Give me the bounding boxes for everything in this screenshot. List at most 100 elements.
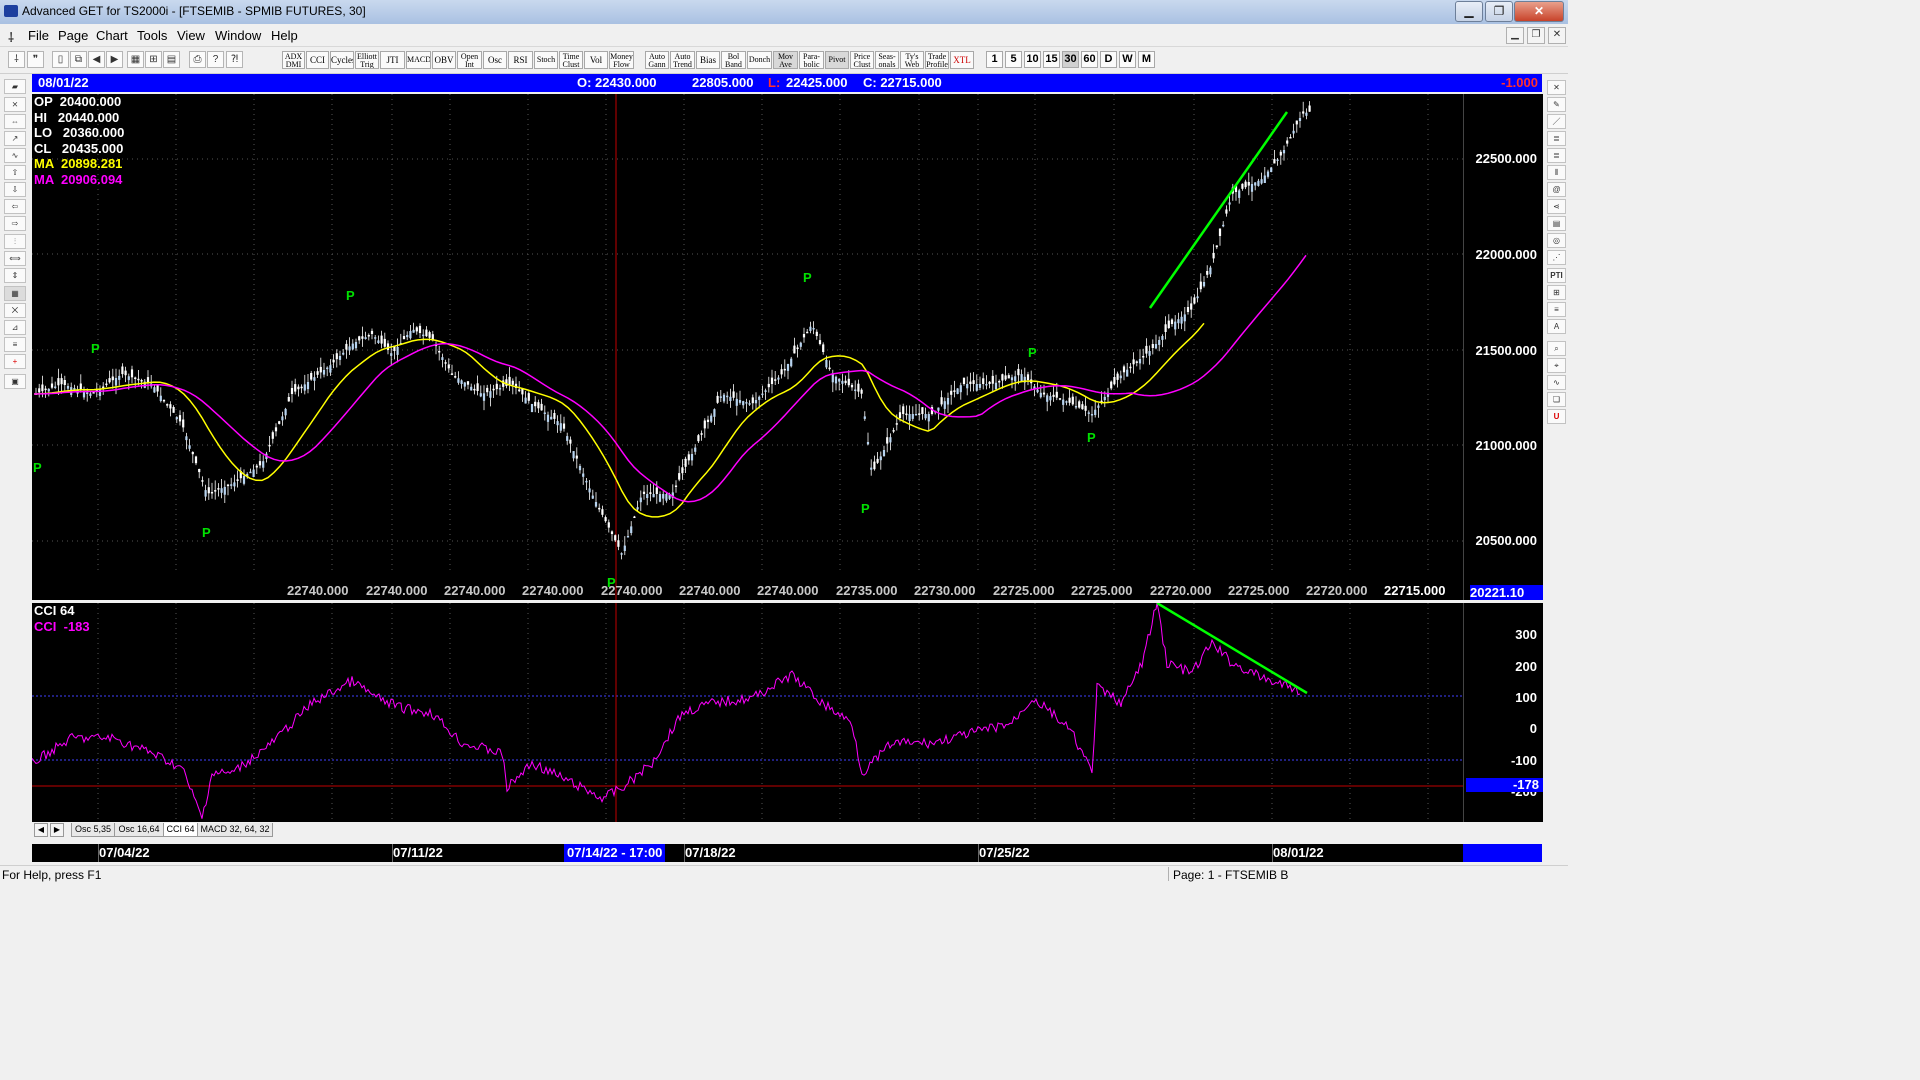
study-rsi-button[interactable]: RSI (508, 51, 533, 69)
pitchfork-icon[interactable]: ⋰ (1547, 250, 1566, 265)
document-icon[interactable]: ⸸ (8, 28, 14, 46)
timeframe-60-button[interactable]: 60 (1081, 51, 1098, 68)
study-cycles-button[interactable]: Cycles (330, 51, 354, 69)
tab-scroll-right-button[interactable]: ▶ (50, 823, 64, 837)
back-icon[interactable]: ◀ (88, 51, 105, 68)
timeframe-30-button[interactable]: 30 (1062, 51, 1079, 68)
arrow-down-icon[interactable]: ⇩ (4, 182, 26, 197)
study-jti-button[interactable]: JTI (380, 51, 405, 69)
wave-icon[interactable]: ∿ (1547, 375, 1566, 390)
study-price-clust-button[interactable]: Price Clust (850, 51, 874, 69)
study-mov-ave-button[interactable]: Mov Ave (773, 51, 798, 69)
expand-horizontal-icon[interactable]: ⟺ (4, 251, 26, 266)
grid-tool-icon[interactable]: ⊞ (1547, 285, 1566, 300)
context-help-icon[interactable]: ⁈ (226, 51, 243, 68)
cci-axis[interactable]: 300 200 100 0 -100 -200 -178 (1463, 603, 1543, 822)
spiral-icon[interactable]: @ (1547, 182, 1566, 197)
study-donch-button[interactable]: Donch (747, 51, 772, 69)
mdi-minimize-button[interactable]: ▁ (1506, 27, 1524, 44)
maximize-button[interactable]: ❐ (1485, 1, 1513, 22)
cross-icon[interactable]: ✕ (1547, 80, 1566, 95)
tab-scroll-left-button[interactable]: ◀ (34, 823, 48, 837)
timeframe-10-button[interactable]: 10 (1024, 51, 1041, 68)
forward-icon[interactable]: ▶ (106, 51, 123, 68)
pti-icon[interactable]: PTI (1547, 268, 1566, 283)
price-axis[interactable]: 22500.000 22000.000 21500.000 21000.000 … (1463, 94, 1543, 600)
tile-icon[interactable]: ▤ (163, 51, 180, 68)
mdi-close-button[interactable]: ✕ (1548, 27, 1566, 44)
mob-icon[interactable]: ≡ (1547, 302, 1566, 317)
mdi-restore-button[interactable]: ❐ (1527, 27, 1545, 44)
grid-icon[interactable]: ▦ (4, 286, 26, 301)
tab-macd[interactable]: MACD 32, 64, 32 (197, 823, 273, 837)
date-axis[interactable]: 07/04/22 07/11/22 07/14/22 - 17:00 07/18… (32, 844, 1463, 862)
tab-cci-64[interactable]: CCI 64 (163, 823, 198, 837)
study-auto-gann-button[interactable]: Auto Gann (645, 51, 669, 69)
layout-icon[interactable]: ▦ (127, 51, 144, 68)
ellipse-tool-icon[interactable]: ◎ (1547, 233, 1566, 248)
help-icon[interactable]: ? (207, 51, 224, 68)
fib-retracement-icon[interactable]: ≣ (1547, 131, 1566, 146)
timeframe-w-button[interactable]: W (1119, 51, 1136, 68)
timeframe-15-button[interactable]: 15 (1043, 51, 1060, 68)
study-icon[interactable]: ↗ (4, 131, 26, 146)
study-tys-web-button[interactable]: Ty's Web (900, 51, 924, 69)
study-obv-button[interactable]: OBV (432, 51, 456, 69)
fib-icon[interactable]: ≡ (4, 337, 26, 352)
quote-icon[interactable]: ❞ (27, 51, 44, 68)
study-auto-trend-button[interactable]: Auto Trend (670, 51, 695, 69)
elliott-icon[interactable]: ∿ (4, 148, 26, 163)
tab-osc-16-64[interactable]: Osc 16,64 (114, 823, 164, 837)
menu-tools[interactable]: Tools (137, 28, 167, 43)
menu-chart[interactable]: Chart (96, 28, 128, 43)
study-elliott-trig-button[interactable]: Elliott Trig (355, 51, 379, 69)
study-adx-dmi-button[interactable]: ADX DMI (282, 51, 305, 69)
study-osc-button[interactable]: Osc (483, 51, 507, 69)
menu-window[interactable]: Window (215, 28, 261, 43)
ellipse-icon[interactable]: ⨯ (4, 97, 26, 112)
timeframe-d-button[interactable]: D (1100, 51, 1117, 68)
grid-icon[interactable]: ⊞ (145, 51, 162, 68)
copy-icon[interactable]: ⧉ (70, 51, 87, 68)
cursor-icon[interactable]: ⸸ (8, 51, 25, 68)
study-parabolic-button[interactable]: Para- bolic (799, 51, 824, 69)
study-bias-button[interactable]: Bias (696, 51, 720, 69)
tag-icon[interactable]: ⌖ (1547, 358, 1566, 373)
magnet-icon[interactable]: U (1547, 409, 1566, 424)
bars-icon[interactable]: ⫶ (4, 234, 26, 249)
study-seasonals-button[interactable]: Seas- onals (875, 51, 899, 69)
lines-icon[interactable]: ⨉ (4, 303, 26, 318)
study-pivot-button[interactable]: Pivot (825, 51, 849, 69)
timeframe-1-button[interactable]: 1 (986, 51, 1003, 68)
arrow-up-icon[interactable]: ⇧ (4, 165, 26, 180)
study-open-int-button[interactable]: Open Int (457, 51, 482, 69)
menu-help[interactable]: Help (271, 28, 298, 43)
timeframe-m-button[interactable]: M (1138, 51, 1155, 68)
zoom-icon[interactable]: ⌕ (1547, 341, 1566, 356)
fan-icon[interactable]: ⋖ (1547, 199, 1566, 214)
text-icon[interactable]: A (1547, 319, 1566, 334)
study-time-clust-button[interactable]: Time Clust (559, 51, 583, 69)
study-vol-button[interactable]: Vol (584, 51, 608, 69)
study-stoch-button[interactable]: Stoch (534, 51, 558, 69)
new-icon[interactable]: ▯ (52, 51, 69, 68)
fib-time-icon[interactable]: ⦀ (1547, 165, 1566, 180)
arrow-left-icon[interactable]: ⇦ (4, 199, 26, 214)
line-icon[interactable]: ／ (1547, 114, 1566, 129)
reset-icon[interactable]: ⇔ (4, 114, 26, 129)
price-chart[interactable]: OP 20400.000 HI 20440.000 LO 20360.000 C… (32, 94, 1463, 600)
clipboard-icon[interactable]: ▣ (4, 374, 26, 389)
crosshair-icon[interactable]: + (4, 354, 26, 369)
channel-icon[interactable]: ▤ (1547, 216, 1566, 231)
open-folder-icon[interactable]: ▰ (4, 79, 26, 94)
menu-page[interactable]: Page (58, 28, 88, 43)
print-icon[interactable]: ⎙ (189, 51, 206, 68)
study-money-flow-button[interactable]: Money Flow (609, 51, 634, 69)
gann-icon[interactable]: ⊿ (4, 320, 26, 335)
study-bol-band-button[interactable]: Bol Band (721, 51, 746, 69)
cci-panel[interactable]: CCI 64 CCI -183 (32, 603, 1463, 822)
menu-view[interactable]: View (177, 28, 205, 43)
study-macd-button[interactable]: MACD (406, 51, 431, 69)
close-button[interactable]: ✕ (1514, 1, 1564, 22)
study-xtl-button[interactable]: XTL (950, 51, 974, 69)
